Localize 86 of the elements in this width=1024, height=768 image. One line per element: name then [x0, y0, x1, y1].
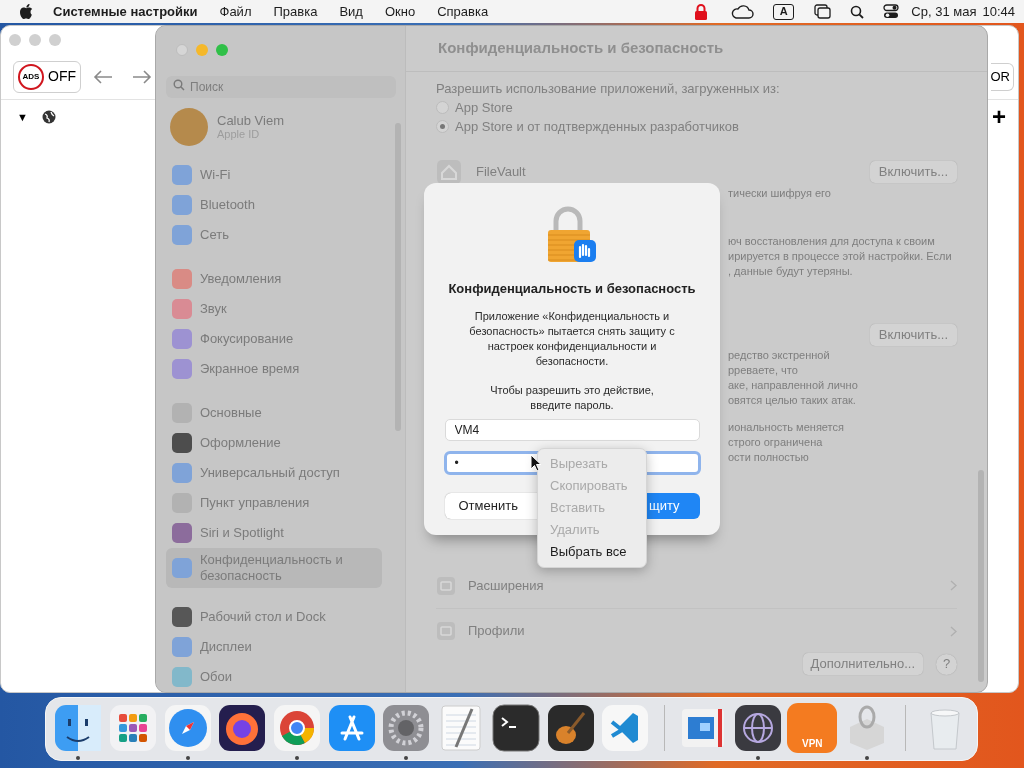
input-source-indicator[interactable]: A: [773, 3, 795, 20]
section-title: FileVault: [476, 163, 526, 182]
sidebar-item[interactable]: Siri и Spotlight: [166, 518, 382, 548]
partly-hidden-text: юч восстановления для доступа к своим: [728, 234, 936, 249]
partly-hidden-text: тически шифруя его: [728, 186, 832, 201]
partly-hidden-text: аке, направленной лично: [728, 378, 859, 393]
chevron-icon: [950, 580, 957, 591]
sidebar-item[interactable]: Звук: [166, 294, 382, 324]
username-field[interactable]: VM4: [444, 418, 700, 441]
tile-icon: [436, 575, 456, 596]
partly-hidden-text: строго ограничена: [728, 435, 824, 450]
search-icon: [173, 79, 185, 92]
apple-logo-icon[interactable]: [20, 4, 33, 19]
forward-arrow-icon[interactable]: [132, 68, 152, 85]
disclosure-triangle[interactable]: ▼: [17, 108, 28, 126]
toolbar-button[interactable]: OR: [990, 62, 1014, 91]
app-menu[interactable]: Системные настройки: [53, 1, 198, 22]
sidebar-item[interactable]: Экранное время: [166, 354, 382, 384]
search-field[interactable]: Поиск: [166, 76, 396, 99]
menu-item[interactable]: Справка: [437, 1, 489, 22]
add-button[interactable]: +: [992, 105, 1006, 129]
partly-hidden-text: овятся целью таких атак.: [728, 393, 857, 408]
settings-row[interactable]: Расширения: [436, 563, 957, 608]
radio-option[interactable]: App Store и от подтвержденных разработчиков: [436, 117, 957, 136]
menu-item[interactable]: Окно: [384, 1, 416, 22]
dialog-prompt: Чтобы разрешить это действие, введите пароль.: [489, 382, 655, 413]
lock-icon[interactable]: [694, 3, 709, 20]
smiling-face-icon[interactable]: [53, 703, 104, 753]
house-icon: [436, 159, 462, 185]
terminal-icon[interactable]: [490, 703, 541, 753]
tile-icon: [436, 621, 456, 641]
cloud-icon[interactable]: [730, 4, 755, 19]
globe-icon: [41, 110, 56, 124]
menu-item[interactable]: Выбрать все: [538, 541, 646, 563]
adblock-toggle[interactable]: ADS OFF: [13, 60, 81, 93]
partly-hidden-text: ирируется в процессе этой настройки. Если: [728, 249, 953, 264]
sidebar-item[interactable]: Дисплеи: [166, 632, 382, 662]
scrollbar[interactable]: [978, 470, 984, 682]
partly-hidden-text: ости полностью: [728, 450, 810, 465]
sidebar-item[interactable]: Сеть: [166, 220, 382, 250]
menu-item[interactable]: Вид: [339, 1, 363, 22]
enable-button[interactable]: Включить...: [869, 161, 957, 183]
menu-bar-date[interactable]: Ср, 31 мая: [911, 1, 977, 22]
guitar-icon[interactable]: [545, 703, 596, 753]
letter-a-shape-icon[interactable]: [326, 703, 377, 753]
sidebar-item[interactable]: Конфиденциальность и безопасность: [166, 548, 382, 588]
gear-icon[interactable]: [381, 703, 432, 753]
sidebar-item[interactable]: Обои: [166, 662, 382, 692]
partly-hidden-text: редство экстренной: [728, 348, 831, 363]
help-button[interactable]: ?: [936, 653, 957, 675]
app-icon[interactable]: VPN: [787, 703, 838, 753]
dialog-title: Конфиденциальность и безопасность: [448, 280, 696, 298]
sidebar-item[interactable]: Пункт управления: [166, 488, 382, 518]
radio-option[interactable]: App Store: [436, 98, 957, 117]
toggles-icon[interactable]: [883, 4, 900, 19]
partly-hidden-text: рреваете, что: [728, 363, 799, 378]
advanced-button[interactable]: Дополнительно...: [802, 653, 923, 675]
sidebar-item[interactable]: Фокусирование: [166, 324, 382, 354]
grid-icon[interactable]: [108, 703, 159, 753]
account-name[interactable]: Calub Viem: [217, 112, 284, 128]
avatar[interactable]: [170, 107, 208, 146]
sidebar-item[interactable]: Универсальный доступ: [166, 458, 382, 488]
window-title: Конфиденциальность и безопасность: [438, 38, 724, 59]
partly-hidden-text: иональность меняется: [728, 420, 845, 435]
sidebar-item[interactable]: Bluetooth: [166, 190, 382, 220]
back-arrow-icon[interactable]: [93, 68, 113, 85]
round-logo-icon[interactable]: [272, 703, 323, 753]
windows-icon[interactable]: [814, 4, 832, 19]
radio-button[interactable]: [436, 120, 449, 133]
dialog-message: Приложение «Конфиденциальность и безопасность» пытается снять защиту с настроек конфиденциальности и безопасности.: [468, 308, 676, 369]
section-label: Разрешить использование приложений, загруженных из:: [436, 80, 781, 98]
partly-hidden-text: , данные будут утеряны.: [728, 264, 854, 279]
sidebar-item[interactable]: Уведомления: [166, 264, 382, 294]
mouse-pointer-icon: [530, 454, 542, 472]
menu-item[interactable]: Файл: [219, 1, 252, 22]
sidebar-item[interactable]: Оформление: [166, 428, 382, 458]
enable-button[interactable]: Включить...: [869, 324, 957, 346]
menu-bar-time[interactable]: 10:44: [982, 1, 1015, 22]
menu-item[interactable]: Правка: [273, 1, 318, 22]
search-icon[interactable]: [850, 4, 865, 19]
app-icon-label: VPN: [801, 739, 823, 749]
sidebar-item[interactable]: Рабочий стол и Dock: [166, 602, 382, 632]
globe-icon[interactable]: [732, 703, 783, 753]
sidebar-item[interactable]: Wi-Fi: [166, 160, 382, 190]
chevron-icon: [950, 625, 957, 637]
sidebar-item[interactable]: Основные: [166, 398, 382, 428]
